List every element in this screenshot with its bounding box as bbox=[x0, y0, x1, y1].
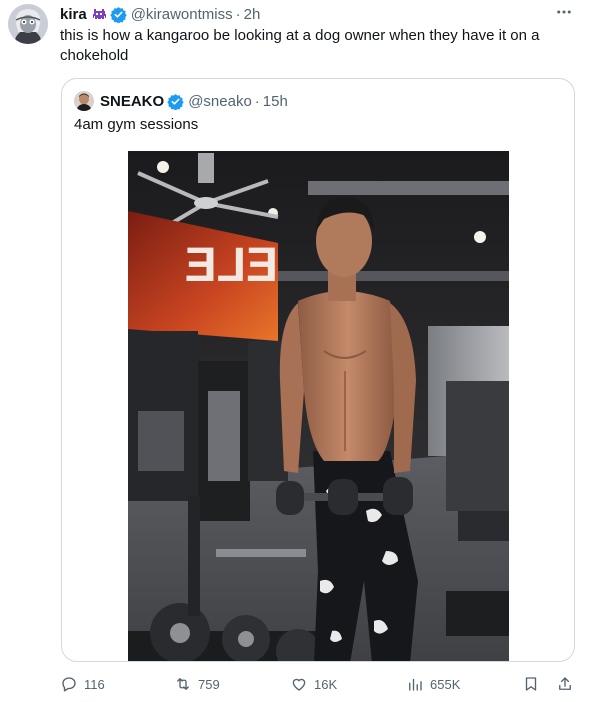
repost-button[interactable]: 759 bbox=[174, 672, 220, 696]
reply-button[interactable]: 116 bbox=[60, 672, 105, 696]
bookmark-button[interactable] bbox=[522, 672, 540, 696]
author-name[interactable]: kira bbox=[60, 6, 87, 23]
views-icon bbox=[409, 678, 422, 691]
share-icon bbox=[559, 677, 571, 690]
author-handle[interactable]: @kirawontmiss bbox=[131, 6, 233, 23]
reply-icon bbox=[62, 677, 76, 692]
verified-badge-icon[interactable] bbox=[167, 93, 184, 110]
verified-badge-icon[interactable] bbox=[109, 6, 127, 23]
separator-dot: · bbox=[254, 92, 260, 110]
quoted-avatar[interactable] bbox=[74, 91, 94, 111]
like-icon bbox=[292, 678, 306, 691]
avatar[interactable] bbox=[8, 4, 48, 44]
tweet-header: kira @kirawontmiss · 2h bbox=[60, 4, 260, 24]
views-count: 655K bbox=[430, 676, 461, 692]
svg-text:ELE: ELE bbox=[185, 239, 278, 292]
bookmark-icon bbox=[525, 677, 537, 691]
gym-photo: ELE bbox=[128, 151, 509, 661]
quoted-author-handle[interactable]: @sneako bbox=[188, 93, 252, 110]
tweet[interactable]: kira @kirawontmiss · 2h this is how a ka… bbox=[0, 0, 600, 702]
share-button[interactable] bbox=[556, 672, 574, 696]
timestamp[interactable]: 2h bbox=[244, 6, 261, 23]
quoted-tweet-photo[interactable]: ELE bbox=[128, 151, 509, 661]
quoted-tweet-text: 4am gym sessions bbox=[74, 116, 199, 133]
quoted-tweet[interactable]: SNEAKO @sneako · 15h 4am gym sessions EL… bbox=[61, 78, 575, 662]
like-count: 16K bbox=[314, 676, 338, 692]
tweet-text: this is how a kangaroo be looking at a d… bbox=[60, 27, 540, 64]
repost-icon bbox=[177, 678, 189, 690]
views-button[interactable]: 655K bbox=[406, 672, 460, 696]
more-icon[interactable] bbox=[554, 2, 574, 22]
quoted-tweet-header: SNEAKO @sneako · 15h bbox=[74, 91, 288, 111]
alien-monster-emoji-icon bbox=[91, 6, 107, 22]
quoted-timestamp[interactable]: 15h bbox=[263, 93, 288, 110]
action-bar: 116 759 16K 655K bbox=[0, 672, 600, 696]
repost-count: 759 bbox=[198, 676, 220, 692]
like-button[interactable]: 16K bbox=[290, 672, 337, 696]
reply-count: 116 bbox=[84, 676, 105, 692]
quoted-author-name[interactable]: SNEAKO bbox=[100, 93, 164, 110]
separator-dot: · bbox=[235, 5, 241, 23]
